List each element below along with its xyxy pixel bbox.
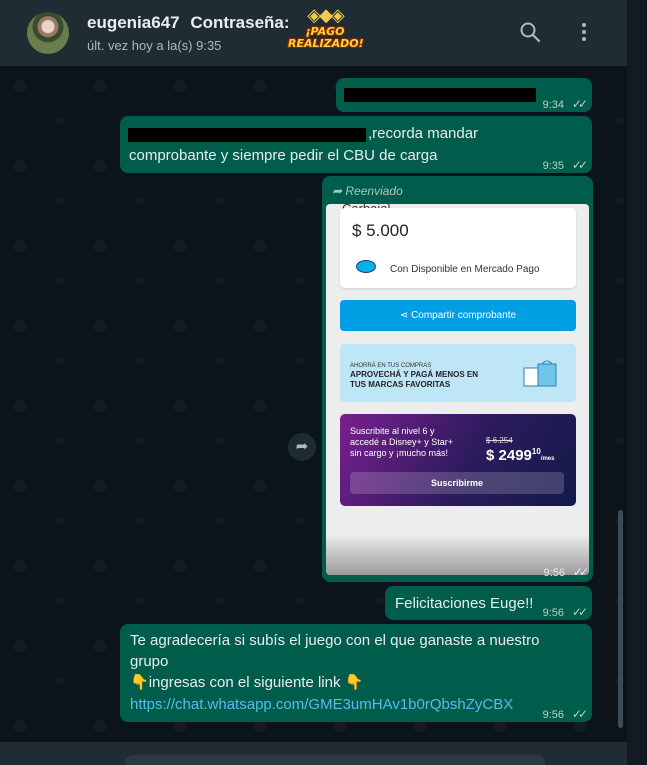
group-invite-link[interactable]: https://chat.whatsapp.com/GME3umHAv1b0rQ… [130,694,513,715]
read-receipt-icon: ✓✓ [571,707,588,721]
payment-receipt-image[interactable]: Carbajal $ 5.000 Con Disponible en Merca… [326,204,589,575]
read-receipt-icon: ✓✓ [572,565,589,579]
amount-card: $ 5.000 Con Disponible en Mercado Pago [340,208,576,288]
message-bubble[interactable]: ,recorda mandar comprobante y siempre pe… [120,116,592,173]
contact-name: eugenia647 [87,13,180,32]
suscribirme-button[interactable]: Suscribirme [350,472,564,494]
message-list[interactable]: 9:34 ✓✓ ,recorda mandar comprobante y si… [0,66,627,765]
message-time: 9:34 [542,99,564,111]
subscribe-text: Suscribite al nivel 6 y accedé a Disney+… [350,426,454,458]
message-text: comprobante y siempre pedir el CBU de ca… [129,147,438,164]
promo-line2: TUS MARCAS FAVORITAS [350,380,451,389]
message-text: ,recorda mandar [368,125,479,142]
chat-scrollbar[interactable] [618,510,623,728]
sticker-line2: REALIZADO! [288,37,364,50]
read-receipt-icon: ✓✓ [571,158,588,172]
new-price: $ 249910/mes [486,447,555,464]
redacted-text [128,128,366,142]
pointing-down-emoji: 👇 [130,674,149,691]
receipt-amount: $ 5.000 [352,221,409,240]
message-bubble[interactable]: Felicitaciones Euge!! 9:56 ✓✓ [385,586,592,620]
read-receipt-icon: ✓✓ [571,605,588,619]
forward-icon: ➦ [332,184,346,198]
message-input[interactable] [125,755,545,765]
contact-name-extra: Contraseña: [190,13,290,32]
pointing-down-emoji: 👇 [344,674,364,691]
search-icon[interactable] [518,20,544,46]
whatsapp-window: eugenia647 Contraseña: últ. vez hoy a la… [0,0,627,765]
contact-title[interactable]: eugenia647 Contraseña: [87,13,290,33]
read-receipt-icon: ✓✓ [571,97,588,111]
message-text: Te agradecería si subís el juego con el … [130,632,540,649]
message-time: 9:56 [542,607,564,619]
promo-banner[interactable]: AHORRÁ EN TUS COMPRAS APROVECHÁ Y PAGÁ M… [340,344,576,402]
diamond-icon: ◈◆◈ [307,5,345,25]
shopping-bags-icon [520,358,564,390]
message-text: grupo [130,653,169,670]
forwarded-image-message[interactable]: ➦ Reenviado Carbajal $ 5.000 Con Disponi… [322,176,593,582]
share-icon: ⋖ [399,310,412,321]
message-time: 9:35 [542,160,564,172]
message-time: 9:56 [542,709,564,721]
compartir-comprobante-button[interactable]: ⋖ Compartir comprobante [340,300,576,331]
message-time: 9:56 [543,567,565,579]
message-text: Felicitaciones Euge!! [395,595,534,612]
message-bubble[interactable]: Te agradecería si subís el juego con el … [120,624,592,722]
message-composer [0,742,627,765]
redacted-text [344,88,536,102]
forward-icon[interactable]: ➦ [288,433,316,461]
message-bubble[interactable]: 9:34 ✓✓ [336,78,592,112]
chat-header: eugenia647 Contraseña: últ. vez hoy a la… [0,0,627,66]
pago-realizado-sticker: ◈◆◈ ¡PAGO REALIZADO! [288,4,364,68]
kebab-menu-icon[interactable] [572,20,598,46]
payment-method: Con Disponible en Mercado Pago [390,264,540,275]
disney-promo-card[interactable]: Suscribite al nivel 6 y accedé a Disney+… [340,414,576,506]
contact-avatar[interactable] [27,12,69,54]
mercado-pago-icon [356,260,376,273]
background-window-edge [627,0,647,765]
forwarded-label: ➦ Reenviado [332,184,403,198]
last-seen: últ. vez hoy a la(s) 9:35 [87,38,222,53]
message-text: 👇ingresas con el siguiente link 👇 [130,674,364,691]
